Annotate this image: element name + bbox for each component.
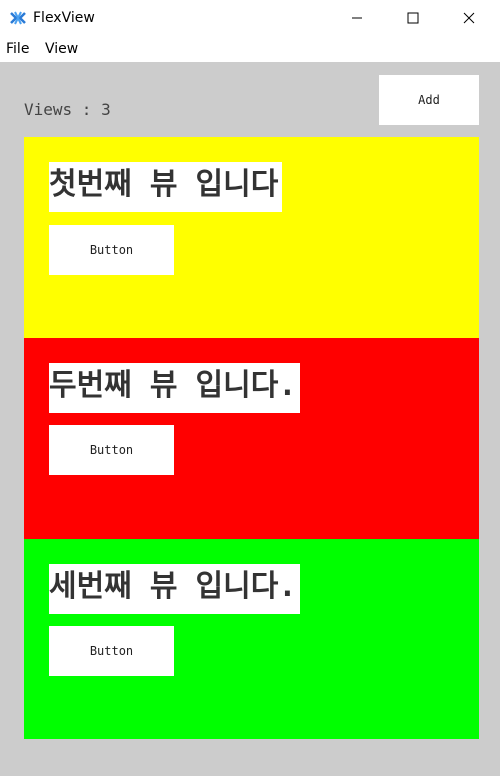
panel-button[interactable]: Button — [49, 425, 174, 475]
menu-file[interactable]: File — [6, 41, 29, 57]
minimize-icon — [352, 17, 362, 19]
minimize-button[interactable] — [334, 0, 380, 36]
window-title: FlexView — [33, 10, 95, 26]
panel-label: 세번째 뷰 입니다. — [49, 564, 301, 614]
maximize-button[interactable] — [390, 0, 436, 36]
view-panel-3: 세번째 뷰 입니다. Button — [24, 539, 479, 739]
close-icon — [463, 12, 475, 24]
close-button[interactable] — [446, 0, 492, 36]
panel-label: 첫번째 뷰 입니다 — [49, 162, 283, 212]
add-button[interactable]: Add — [379, 75, 479, 125]
maximize-icon — [407, 12, 419, 24]
panel-button[interactable]: Button — [49, 626, 174, 676]
app-logo-icon — [9, 9, 27, 27]
menu-view[interactable]: View — [45, 41, 78, 57]
title-bar: FlexView — [0, 0, 500, 36]
panel-button[interactable]: Button — [49, 225, 174, 275]
panel-label: 두번째 뷰 입니다. — [49, 363, 301, 413]
view-panel-1: 첫번째 뷰 입니다 Button — [24, 137, 479, 338]
views-count-label: Views : 3 — [24, 100, 111, 119]
view-panel-2: 두번째 뷰 입니다. Button — [24, 338, 479, 539]
